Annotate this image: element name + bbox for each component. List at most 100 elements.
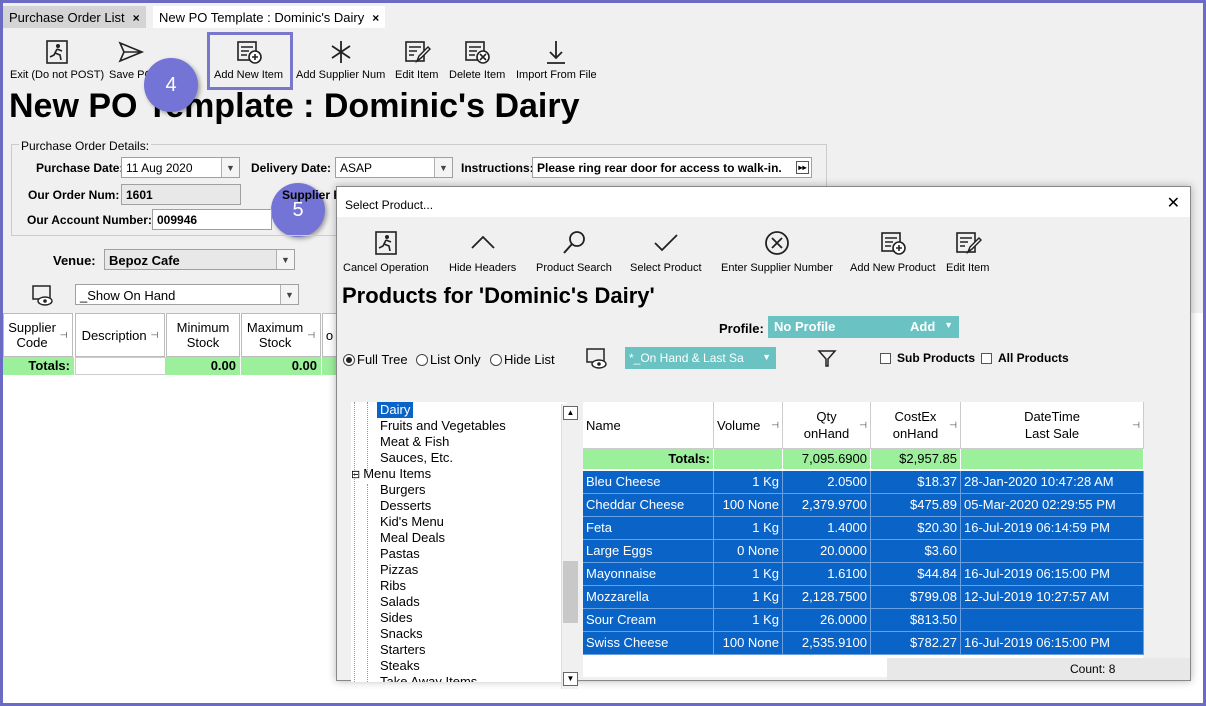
add-supplier-num-button[interactable]: Add Supplier Num: [296, 38, 385, 81]
tree-item[interactable]: Pizzas: [380, 562, 418, 578]
checkbox-icon: [981, 352, 992, 364]
add-new-product-button[interactable]: Add New Product: [850, 229, 936, 274]
totals-min-stock: 0.00: [166, 357, 241, 375]
tree-item[interactable]: Meat & Fish: [380, 434, 449, 450]
venue-select[interactable]: Bepoz Cafe ▼: [104, 249, 295, 270]
tree-item[interactable]: Take Away Items: [380, 674, 477, 682]
collapse-toggle-icon[interactable]: ⊟: [351, 469, 360, 481]
tree-item[interactable]: Burgers: [380, 482, 426, 498]
delete-item-button[interactable]: Delete Item: [449, 38, 505, 81]
column-header-maximum-stock[interactable]: Maximum Stock ⊣: [241, 313, 321, 357]
column-header-qty-onhand[interactable]: Qty onHand ⊣: [783, 402, 871, 449]
dialog-edit-item-button[interactable]: Edit Item: [946, 229, 989, 274]
tree-item[interactable]: Steaks: [380, 658, 420, 674]
purchase-date-field[interactable]: 11 Aug 2020 ▼: [121, 157, 240, 178]
scroll-up-icon[interactable]: ▲: [563, 406, 578, 420]
select-product-button[interactable]: Select Product: [630, 229, 702, 274]
show-on-hand-select[interactable]: _Show On Hand ▼: [75, 284, 299, 305]
chevron-down-icon[interactable]: ▼: [944, 320, 953, 330]
scroll-down-icon[interactable]: ▼: [563, 672, 578, 686]
profile-add-button[interactable]: Add: [910, 319, 935, 334]
hide-headers-button[interactable]: Hide Headers: [449, 229, 516, 274]
cell-name: Large Eggs: [583, 540, 714, 563]
column-header-datetime-last-sale[interactable]: DateTime Last Sale ⊣: [961, 402, 1144, 449]
view-eye-icon[interactable]: [585, 346, 609, 370]
add-new-item-button[interactable]: Add New Item: [214, 38, 283, 81]
pin-icon[interactable]: ⊣: [771, 417, 779, 434]
column-header-name[interactable]: Name: [583, 402, 714, 449]
edit-item-button[interactable]: Edit Item: [395, 38, 438, 81]
table-row[interactable]: Mozzarella 1 Kg 2,128.7500 $799.08 12-Jul-20…: [583, 586, 1144, 609]
column-header-description[interactable]: Description ⊣: [75, 313, 165, 357]
import-from-file-button[interactable]: Import From File: [516, 38, 597, 81]
tree-item[interactable]: Starters: [380, 642, 426, 658]
table-row[interactable]: Cheddar Cheese 100 None 2,379.9700 $475.89 0…: [583, 494, 1144, 517]
pin-icon[interactable]: ⊣: [1132, 417, 1140, 434]
tree-item[interactable]: Sauces, Etc.: [380, 450, 453, 466]
account-number-field[interactable]: 009946: [152, 209, 272, 230]
table-row[interactable]: Swiss Cheese 100 None 2,535.9100 $782.27 16-…: [583, 632, 1144, 655]
cell-name: Swiss Cheese: [583, 632, 714, 655]
column-header-minimum-stock[interactable]: Minimum Stock: [166, 313, 240, 357]
pin-icon[interactable]: ⊣: [859, 417, 867, 434]
instructions-field[interactable]: Please ring rear door for access to walk…: [532, 157, 812, 178]
tree-item[interactable]: Ribs: [380, 578, 406, 594]
chevron-down-icon[interactable]: ▼: [276, 250, 294, 269]
chevron-down-icon[interactable]: ▼: [280, 285, 298, 304]
pin-icon[interactable]: ⊣: [151, 328, 159, 343]
profile-select[interactable]: No Profile Add ▼: [768, 316, 959, 338]
tree-item-dairy[interactable]: Dairy: [377, 402, 414, 418]
tree-item[interactable]: Sides: [380, 610, 413, 626]
order-num-field[interactable]: 1601: [121, 184, 241, 205]
column-header-partial[interactable]: o: [322, 313, 337, 357]
scroll-thumb[interactable]: [563, 561, 578, 623]
table-row[interactable]: Sour Cream 1 Kg 26.0000 $813.50: [583, 609, 1144, 632]
full-tree-radio[interactable]: Full Tree: [343, 352, 408, 367]
totals-qty: 7,095.6900: [783, 449, 871, 470]
tree-item[interactable]: Kid's Menu: [380, 514, 444, 530]
product-search-button[interactable]: Product Search: [536, 229, 612, 274]
chevron-down-icon[interactable]: ▼: [762, 352, 771, 362]
pin-icon[interactable]: ⊣: [60, 328, 68, 343]
dialog-close-icon[interactable]: ✕: [1167, 193, 1180, 213]
list-only-radio[interactable]: List Only: [416, 352, 481, 367]
enter-supplier-number-button[interactable]: Enter Supplier Number: [721, 229, 833, 274]
tab-close-icon[interactable]: ×: [133, 11, 140, 25]
cell-volume: 0 None: [714, 540, 783, 563]
tree-item[interactable]: Meal Deals: [380, 530, 445, 546]
hide-list-radio[interactable]: Hide List: [490, 352, 555, 367]
tree-group-menu-items[interactable]: ⊟ Menu Items: [351, 466, 431, 482]
tree-item[interactable]: Pastas: [380, 546, 420, 562]
tree-item[interactable]: Desserts: [380, 498, 431, 514]
tab-purchase-order-list[interactable]: Purchase Order List ×: [3, 6, 146, 28]
cancel-operation-button[interactable]: Cancel Operation: [343, 229, 429, 274]
all-products-checkbox[interactable]: All Products: [981, 351, 1069, 365]
tab-close-icon[interactable]: ×: [372, 11, 379, 25]
table-row[interactable]: Feta 1 Kg 1.4000 $20.30 16-Jul-2019 06:14:59…: [583, 517, 1144, 540]
chevron-down-icon[interactable]: ▼: [434, 158, 452, 177]
delivery-date-field[interactable]: ASAP ▼: [335, 157, 453, 178]
expand-icon[interactable]: ▸▸: [796, 161, 809, 174]
sub-products-checkbox[interactable]: Sub Products: [880, 351, 975, 365]
table-row[interactable]: Mayonnaise 1 Kg 1.6100 $44.84 16-Jul-2019 06…: [583, 563, 1144, 586]
pin-icon[interactable]: ⊣: [307, 328, 315, 343]
tree-item[interactable]: Snacks: [380, 626, 423, 642]
filter-icon[interactable]: [817, 348, 837, 368]
table-row[interactable]: Large Eggs 0 None 20.0000 $3.60: [583, 540, 1144, 563]
add-document-icon: [880, 232, 906, 255]
column-header-costex-onhand[interactable]: CostEx onHand ⊣: [871, 402, 961, 449]
view-eye-icon[interactable]: [31, 283, 55, 307]
tree-scrollbar[interactable]: ▲ ▼: [561, 404, 578, 689]
tab-new-po-template[interactable]: New PO Template : Dominic's Dairy ×: [153, 6, 386, 28]
cell-cost: $813.50: [871, 609, 961, 632]
on-hand-filter-select[interactable]: *_On Hand & Last Sa ▼: [625, 347, 776, 369]
table-row[interactable]: Bleu Cheese 1 Kg 2.0500 $18.37 28-Jan-2020 1…: [583, 471, 1144, 494]
supplier-ref-label: Supplier R: [282, 188, 343, 202]
pin-icon[interactable]: ⊣: [949, 417, 957, 434]
column-header-volume[interactable]: Volume ⊣: [714, 402, 783, 449]
column-header-supplier-code[interactable]: Supplier Code ⊣: [3, 313, 73, 357]
tree-item[interactable]: Salads: [380, 594, 420, 610]
exit-button[interactable]: Exit (Do not POST): [10, 38, 104, 81]
tree-item[interactable]: Fruits and Vegetables: [380, 418, 506, 434]
chevron-down-icon[interactable]: ▼: [221, 158, 239, 177]
